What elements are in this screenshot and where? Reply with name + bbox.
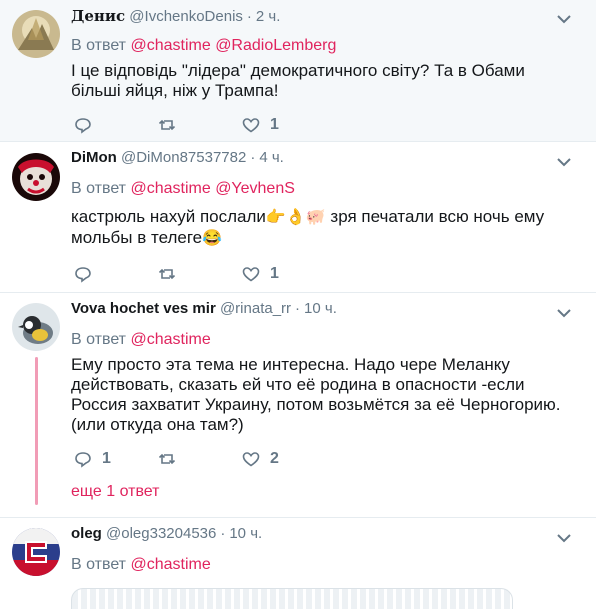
tweet-text-line: кастрюль нахуй послали👉👌🐖 зря печатали в… xyxy=(71,207,566,228)
display-name[interactable]: oleg xyxy=(71,525,102,542)
reply-context: В ответ @chastime xyxy=(71,556,211,574)
reply-icon xyxy=(75,267,91,283)
reply-count: 1 xyxy=(102,450,111,467)
tweet-actions: 1 2 xyxy=(74,449,374,469)
tweet-header: Денис @IvchenkoDenis · 2 ч. xyxy=(71,7,556,25)
tweet-header: DiMon @DiMon87537782 · 4 ч. xyxy=(71,149,556,166)
chevron-down-icon[interactable] xyxy=(556,11,572,27)
tweet-header: oleg @oleg33204536 · 10 ч. xyxy=(71,525,556,542)
timestamp[interactable]: 10 ч. xyxy=(304,300,337,317)
reply-icon xyxy=(75,452,91,468)
show-more-replies-link[interactable]: еще 1 ответ xyxy=(71,483,159,501)
tweet-actions: 1 xyxy=(74,115,374,135)
tweet-text: кастрюль нахуй послали👉👌🐖 зря печатали в… xyxy=(71,207,566,249)
user-handle[interactable]: @IvchenkoDenis xyxy=(129,8,243,25)
display-name[interactable]: Денис xyxy=(71,7,125,25)
separator-dot: · xyxy=(246,8,252,25)
tweet-text-line: Ему просто эта тема не интересна. Надо ч… xyxy=(71,355,510,374)
chevron-down-icon[interactable] xyxy=(556,530,572,546)
reply-prefix: В ответ xyxy=(71,180,127,197)
reply-button[interactable]: 1 xyxy=(74,449,111,469)
thread-connector xyxy=(35,357,38,505)
display-name[interactable]: Vova hochet ves mir xyxy=(71,300,216,317)
tweet-ivchenkodenis[interactable]: Денис @IvchenkoDenis · 2 ч. В ответ @chast… xyxy=(0,0,596,142)
mention-link[interactable]: @RadioLemberg xyxy=(215,37,336,54)
emoji: 😂 xyxy=(202,230,223,247)
chevron-down-icon[interactable] xyxy=(556,154,572,170)
reply-prefix: В ответ xyxy=(71,331,127,348)
mention-link[interactable]: @YevhenS xyxy=(215,180,295,197)
tweet-text-line: действовать, сказать ей что её родина в … xyxy=(71,375,525,394)
chevron-down-icon[interactable] xyxy=(556,305,572,321)
tweet-text-segment: мольбы в телеге xyxy=(71,228,203,247)
like-count: 2 xyxy=(270,450,279,467)
reply-context: В ответ @chastime @YevhenS xyxy=(71,180,295,198)
retweet-button[interactable] xyxy=(158,115,186,135)
emoji: 👉👌🐖 xyxy=(265,209,326,226)
tweet-text-segment: зря печатали всю ночь ему xyxy=(325,207,545,226)
user-handle[interactable]: @rinata_rr xyxy=(220,300,291,317)
retweet-button[interactable] xyxy=(158,449,186,469)
reply-button[interactable] xyxy=(74,264,102,284)
tweet-header: Vova hochet ves mir @rinata_rr · 10 ч. xyxy=(71,300,556,317)
tweet-text: Ему просто эта тема не интересна. Надо ч… xyxy=(71,355,566,435)
quoted-content-preview[interactable] xyxy=(71,588,513,609)
tweet-text-line: більші яйця, ніж у Трампа! xyxy=(71,81,279,100)
reply-context: В ответ @chastime xyxy=(71,331,211,349)
tweet-text-line: мольбы в телеге😂 xyxy=(71,228,566,249)
timestamp[interactable]: 2 ч. xyxy=(256,8,281,25)
avatar[interactable] xyxy=(12,153,60,201)
like-count: 1 xyxy=(270,116,279,133)
reply-context: В ответ @chastime @RadioLemberg xyxy=(71,37,336,55)
reply-prefix: В ответ xyxy=(71,37,127,54)
tweet-text-line: (или откуда она там?) xyxy=(71,415,244,434)
avatar[interactable] xyxy=(12,10,60,58)
mention-link[interactable]: @chastime xyxy=(130,180,210,197)
tweet-dimon[interactable]: DiMon @DiMon87537782 · 4 ч. В ответ @chast… xyxy=(0,142,596,293)
timestamp[interactable]: 10 ч. xyxy=(229,525,262,542)
display-name[interactable]: DiMon xyxy=(71,149,117,166)
user-handle[interactable]: @oleg33204536 xyxy=(106,525,216,542)
avatar[interactable] xyxy=(12,303,60,351)
user-handle[interactable]: @DiMon87537782 xyxy=(121,149,246,166)
tweet-actions: 1 xyxy=(74,264,374,284)
heart-icon xyxy=(242,452,260,467)
separator-dot: · xyxy=(250,149,256,166)
separator-dot: · xyxy=(295,300,301,317)
like-button[interactable]: 2 xyxy=(242,449,279,469)
reply-icon xyxy=(75,118,91,134)
avatar[interactable] xyxy=(12,528,60,576)
tweet-text-line: Россия захватит Украину, потом возьмётся… xyxy=(71,395,561,414)
heart-icon xyxy=(242,118,260,133)
like-count: 1 xyxy=(270,265,279,282)
tweet-text-segment: кастрюль нахуй послали xyxy=(71,207,266,226)
reply-button[interactable] xyxy=(74,115,102,135)
tweet-text: І це відповідь "лідера" демократичного с… xyxy=(71,61,566,101)
mention-link[interactable]: @chastime xyxy=(130,37,210,54)
retweet-icon xyxy=(158,119,176,131)
reply-prefix: В ответ xyxy=(71,556,127,573)
mention-link[interactable]: @chastime xyxy=(130,331,210,348)
retweet-icon xyxy=(158,268,176,280)
separator-dot: · xyxy=(220,525,226,542)
tweet-rinata-rr[interactable]: Vova hochet ves mir @rinata_rr · 10 ч. В о… xyxy=(0,293,596,518)
mention-link[interactable]: @chastime xyxy=(130,556,210,573)
tweet-text-line: І це відповідь "лідера" демократичного с… xyxy=(71,61,525,80)
timestamp[interactable]: 4 ч. xyxy=(259,149,284,166)
retweet-button[interactable] xyxy=(158,264,186,284)
like-button[interactable]: 1 xyxy=(242,264,279,284)
like-button[interactable]: 1 xyxy=(242,115,279,135)
retweet-icon xyxy=(158,453,176,465)
heart-icon xyxy=(242,267,260,282)
